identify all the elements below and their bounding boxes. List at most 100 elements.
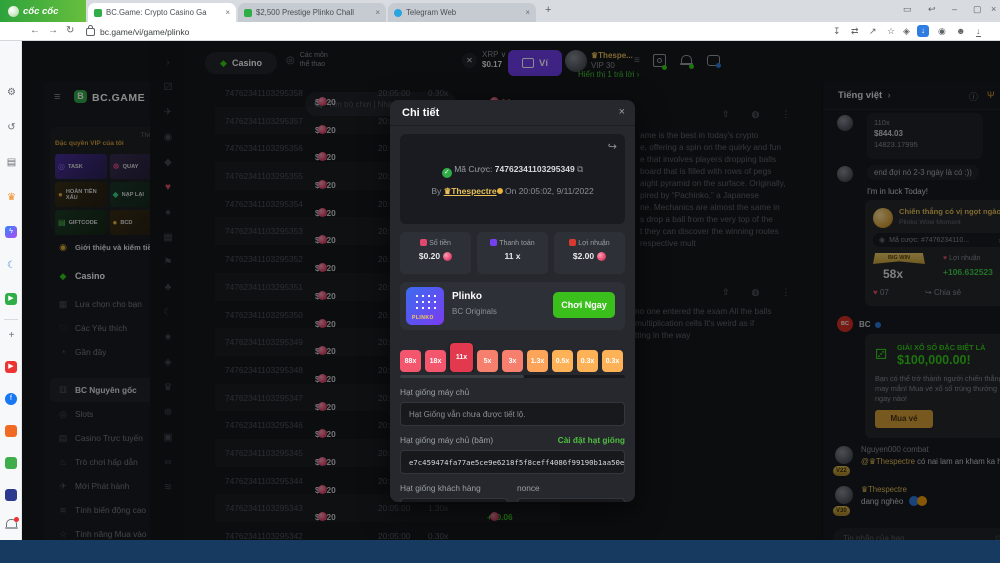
stat-label: Lợi nhuận bbox=[554, 239, 625, 247]
night-mode-icon[interactable]: ☾ bbox=[5, 259, 18, 272]
share-bet-icon[interactable]: ↪ bbox=[608, 140, 617, 153]
multiplier-chip: 0.3x bbox=[577, 350, 598, 372]
server-seed-label: Hạt giống máy chủ bbox=[400, 387, 625, 397]
on-label: On bbox=[505, 186, 516, 196]
share-icon[interactable]: ↗ bbox=[869, 26, 877, 37]
server-seed-value[interactable]: Hạt Giống vẫn chưa được tiết lộ. bbox=[400, 402, 625, 426]
chips-scrollbar[interactable] bbox=[400, 375, 625, 378]
notification-bell-icon[interactable] bbox=[5, 519, 18, 532]
nonce-label: nonce bbox=[517, 483, 540, 493]
back-icon[interactable]: ← bbox=[30, 26, 40, 36]
add-shortcut-icon[interactable]: + bbox=[5, 329, 18, 342]
multiplier-strip: 88x 18x 11x 5x 3x 1.3x 0.5x 0.3x 0.3x bbox=[400, 338, 625, 372]
browser-tab-strip: cốc cốc BC.Game: Crypto Casino Ga × $2,5… bbox=[0, 0, 1000, 22]
multiplier-chip: 88x bbox=[400, 350, 421, 372]
nonce-value[interactable]: 646005 bbox=[517, 498, 625, 502]
address-bar[interactable]: bc.game/vi/game/plinko bbox=[100, 27, 189, 37]
bet-id-label: Mã Cược: bbox=[454, 164, 492, 174]
coccoc-side-rail: ⚙ ↺ ▤ ♛ ϟ ☾ ▶ + ▶ f ⋯ bbox=[0, 41, 22, 540]
modal-close-icon[interactable]: × bbox=[619, 106, 625, 118]
translate-icon[interactable]: ⇄ bbox=[851, 26, 859, 37]
rail-divider bbox=[4, 319, 18, 320]
stat-value: $2.00 bbox=[554, 251, 625, 261]
tab-close-icon[interactable]: × bbox=[222, 8, 230, 17]
client-seed-label-row: Hạt giống khách hàng nonce bbox=[400, 483, 625, 493]
tab-favicon bbox=[244, 9, 252, 17]
downloads-tray-icon[interactable]: ↓ bbox=[976, 26, 981, 37]
browser-tab[interactable]: BC.Game: Crypto Casino Ga × bbox=[88, 3, 236, 22]
bet-stats-row: Số tiền $0.20 Thanh toán 11 x Lợi nhuận … bbox=[400, 232, 625, 274]
screen: cốc cốc BC.Game: Crypto Casino Ga × $2,5… bbox=[0, 0, 1000, 563]
tab-list: BC.Game: Crypto Casino Ga × $2,500 Prest… bbox=[88, 0, 538, 19]
coccoc-brand-label: cốc cốc bbox=[23, 6, 58, 17]
messenger-icon[interactable]: ϟ bbox=[5, 226, 17, 238]
youtube-icon[interactable]: ▶ bbox=[5, 361, 17, 373]
seed-settings-link[interactable]: Cài đặt hạt giống bbox=[558, 435, 625, 445]
vip-crown-icon[interactable]: ♛ bbox=[5, 191, 18, 204]
bet-id-line: ✓ Mã Cược: 74762341103295349 ⧉ bbox=[400, 134, 625, 178]
client-seed-label: Hạt giống khách hàng bbox=[400, 483, 508, 493]
multiplier-chip: 5x bbox=[477, 350, 498, 372]
client-seed-value[interactable]: AkiA4XKKPJMXeNb bbox=[400, 498, 508, 502]
newsfeed-icon[interactable]: ▤ bbox=[5, 156, 18, 169]
download-manager-icon[interactable]: ↓ bbox=[917, 25, 929, 37]
maximize-icon[interactable]: ▢ bbox=[973, 4, 982, 15]
settings-gear-icon[interactable]: ⚙ bbox=[5, 86, 18, 99]
minimize-icon[interactable]: – bbox=[952, 4, 957, 14]
shortcut-blue-icon[interactable] bbox=[5, 489, 17, 501]
server-seed-hash-value[interactable]: e7c459474fa77ae5ce9e6218f5f8ceff4086f991… bbox=[400, 450, 625, 474]
bet-by-line: By ♛Thespectre On 20:05:02, 9/11/2022 bbox=[400, 178, 625, 197]
save-page-icon[interactable]: ↧ bbox=[833, 26, 841, 37]
multiplier-chip: 0.3x bbox=[602, 350, 623, 372]
game-name[interactable]: Plinko bbox=[452, 291, 482, 302]
cast-icon[interactable]: ▭ bbox=[903, 4, 912, 15]
tab-close-icon[interactable]: × bbox=[372, 8, 380, 17]
tab-close-icon[interactable]: × bbox=[522, 8, 530, 17]
tab-title: $2,500 Prestige Plinko Chall bbox=[256, 8, 368, 17]
browser-tab[interactable]: $2,500 Prestige Plinko Chall × bbox=[238, 3, 386, 22]
reload-icon[interactable]: ↻ bbox=[66, 26, 74, 36]
bet-details-modal: Chi tiết × ↪ ✓ Mã Cược: 7476234110329534… bbox=[390, 100, 635, 502]
bee-icon bbox=[497, 188, 503, 194]
copy-icon[interactable]: ⧉ bbox=[577, 164, 583, 174]
stat-box: Thanh toán 11 x bbox=[477, 232, 548, 274]
game-thumbnail[interactable]: PLINKO bbox=[406, 287, 444, 325]
stat-box: Số tiền $0.20 bbox=[400, 232, 471, 274]
bookmark-star-icon[interactable]: ☆ bbox=[887, 26, 895, 37]
stat-icon bbox=[569, 239, 576, 246]
coin-icon bbox=[597, 252, 606, 261]
extensions-icon[interactable]: ◉ bbox=[938, 26, 946, 37]
history-icon[interactable]: ↺ bbox=[5, 121, 18, 134]
shortcut-orange-icon[interactable] bbox=[5, 425, 17, 437]
stat-value: $0.20 bbox=[400, 251, 471, 261]
forward-icon[interactable]: → bbox=[48, 26, 58, 36]
play-now-button[interactable]: Chơi Ngay bbox=[553, 292, 615, 318]
stat-icon bbox=[420, 239, 427, 246]
tab-favicon bbox=[394, 9, 402, 17]
restore-tab-icon[interactable]: ↩ bbox=[928, 4, 936, 15]
stat-label: Thanh toán bbox=[477, 239, 548, 247]
bet-username[interactable]: ♛Thespectre bbox=[444, 186, 497, 196]
facebook-icon[interactable]: f bbox=[5, 393, 17, 405]
games-icon[interactable]: ▶ bbox=[5, 293, 17, 305]
tab-favicon bbox=[94, 9, 102, 17]
multiplier-chip: 11x bbox=[450, 343, 473, 372]
modal-title: Chi tiết bbox=[402, 107, 439, 119]
adblock-shield-icon[interactable]: ◈ bbox=[903, 26, 910, 37]
new-tab-button[interactable]: + bbox=[545, 4, 551, 16]
game-card: PLINKO Plinko BC Originals Chơi Ngay bbox=[400, 282, 625, 330]
tab-title: Telegram Web bbox=[406, 8, 518, 17]
server-seed-hash-label: Hạt giống máy chủ (băm) bbox=[400, 435, 493, 445]
bet-id-value: 74762341103295349 bbox=[495, 164, 575, 174]
shortcut-green-icon[interactable] bbox=[5, 457, 17, 469]
multiplier-chip: 18x bbox=[425, 350, 446, 372]
profile-icon[interactable]: ☻ bbox=[956, 26, 965, 36]
browser-tab[interactable]: Telegram Web × bbox=[388, 3, 536, 22]
lock-icon bbox=[86, 28, 95, 36]
close-window-icon[interactable]: × bbox=[991, 4, 996, 14]
coin-icon bbox=[443, 252, 452, 261]
tab-title: BC.Game: Crypto Casino Ga bbox=[106, 8, 218, 17]
windows-taskbar: ⊞ ○ c ∧ ▟ ◀ ENG 8:05 PM 11/9/2022 ▢ bbox=[0, 540, 1000, 563]
stat-value: 11 x bbox=[477, 251, 548, 261]
hash-label-row: Hạt giống máy chủ (băm) Cài đặt hạt giốn… bbox=[400, 435, 625, 445]
